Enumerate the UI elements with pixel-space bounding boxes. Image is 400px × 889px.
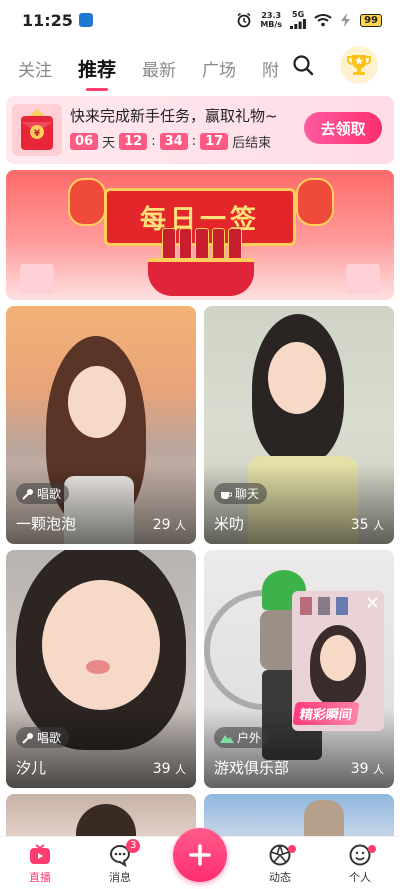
top-tabs: 关注 推荐 最新 广场 附 bbox=[0, 46, 400, 91]
room-category-tag: 唱歌 bbox=[16, 483, 70, 504]
room-category-tag: 唱歌 bbox=[16, 727, 70, 748]
net-speed: 23.3 MB/s bbox=[260, 11, 283, 29]
search-icon[interactable] bbox=[292, 54, 314, 76]
room-category-tag: 聊天 bbox=[214, 483, 268, 504]
claim-button[interactable]: 去领取 bbox=[304, 112, 382, 144]
alarm-icon bbox=[237, 12, 251, 28]
room-category-tag: 户外 bbox=[214, 727, 270, 748]
gift-icon bbox=[20, 264, 54, 294]
countdown-minutes: 34 bbox=[159, 133, 188, 150]
lantern-icon bbox=[296, 178, 334, 226]
room-viewer-count: 39 人 bbox=[152, 761, 186, 777]
notification-dot bbox=[288, 845, 296, 853]
battery-icon: 99 bbox=[360, 13, 382, 27]
fortune-bowl-icon bbox=[148, 258, 254, 296]
status-bar: 11:25 23.3 MB/s 5G 99 bbox=[0, 0, 400, 40]
start-live-button[interactable] bbox=[173, 828, 227, 882]
microphone-icon bbox=[22, 488, 33, 500]
room-name: 游戏俱乐部 bbox=[214, 759, 290, 777]
tab-square[interactable]: 广场 bbox=[202, 56, 236, 81]
live-room-card[interactable] bbox=[204, 794, 394, 838]
status-time: 11:25 bbox=[22, 10, 73, 30]
wifi-icon bbox=[314, 14, 332, 27]
room-viewer-count: 35 人 bbox=[350, 517, 384, 533]
day-unit: 天 bbox=[102, 136, 116, 151]
nav-me[interactable]: 个人 bbox=[330, 841, 390, 885]
highlight-label: 精彩瞬间 bbox=[292, 702, 360, 725]
task-title: 快来完成新手任务，赢取礼物~ bbox=[70, 107, 278, 125]
tab-following[interactable]: 关注 bbox=[18, 56, 52, 81]
status-right: 23.3 MB/s 5G 99 bbox=[236, 10, 382, 31]
colon: : bbox=[191, 134, 197, 149]
tab-recommended[interactable]: 推荐 bbox=[78, 55, 116, 91]
lantern-icon bbox=[68, 178, 106, 226]
red-envelope-icon: ¥ bbox=[12, 104, 62, 156]
newbie-task-banner[interactable]: ¥ 快来完成新手任务，赢取礼物~ 06 天 12 : 34 : 17 后结束 去… bbox=[6, 96, 394, 164]
room-name: 一颗泡泡 bbox=[16, 515, 77, 533]
close-icon[interactable]: ✕ bbox=[365, 593, 380, 614]
nav-live[interactable]: 直播 bbox=[10, 841, 70, 885]
plus-icon bbox=[189, 844, 211, 866]
notification-dot bbox=[368, 845, 376, 853]
app-notification-icon bbox=[78, 13, 93, 27]
trophy-button[interactable] bbox=[340, 46, 378, 84]
tab-latest[interactable]: 最新 bbox=[142, 56, 176, 81]
charging-icon bbox=[341, 13, 351, 27]
coffee-cup-icon bbox=[221, 491, 232, 499]
microphone-icon bbox=[22, 732, 33, 744]
nav-moments[interactable]: 动态 bbox=[250, 841, 310, 885]
countdown-suffix: 后结束 bbox=[232, 136, 272, 151]
countdown-days: 06 bbox=[70, 133, 99, 150]
live-tv-icon bbox=[30, 844, 50, 864]
tab-nearby[interactable]: 附 bbox=[262, 56, 279, 81]
live-room-card[interactable]: 唱歌 一颗泡泡 29 人 bbox=[6, 306, 196, 544]
colon: : bbox=[151, 134, 156, 149]
floating-mini-player[interactable]: ✕ 精彩瞬间 bbox=[292, 591, 384, 731]
room-name: 米叻 bbox=[214, 515, 245, 533]
live-room-card[interactable] bbox=[6, 794, 196, 838]
live-room-card[interactable]: 聊天 米叻 35 人 bbox=[204, 306, 394, 544]
svg-text:¥: ¥ bbox=[34, 129, 41, 139]
countdown-seconds: 17 bbox=[200, 133, 229, 150]
gift-icon bbox=[346, 264, 380, 294]
signal-indicator: 5G bbox=[290, 10, 306, 31]
daily-sign-banner[interactable]: 每日一签 bbox=[6, 170, 394, 300]
room-viewer-count: 39 人 bbox=[350, 761, 384, 777]
nav-messages[interactable]: 3 消息 bbox=[90, 839, 150, 885]
room-viewer-count: 29 人 bbox=[152, 517, 186, 533]
countdown-hours: 12 bbox=[119, 133, 148, 150]
countdown: 06 天 12 : 34 : 17 后结束 bbox=[70, 132, 271, 151]
trophy-icon bbox=[347, 55, 371, 75]
live-room-card[interactable]: 唱歌 汐儿 39 人 bbox=[6, 550, 196, 788]
signal-icon bbox=[290, 18, 306, 29]
room-name: 汐儿 bbox=[16, 759, 47, 777]
mountain-icon bbox=[220, 734, 234, 743]
